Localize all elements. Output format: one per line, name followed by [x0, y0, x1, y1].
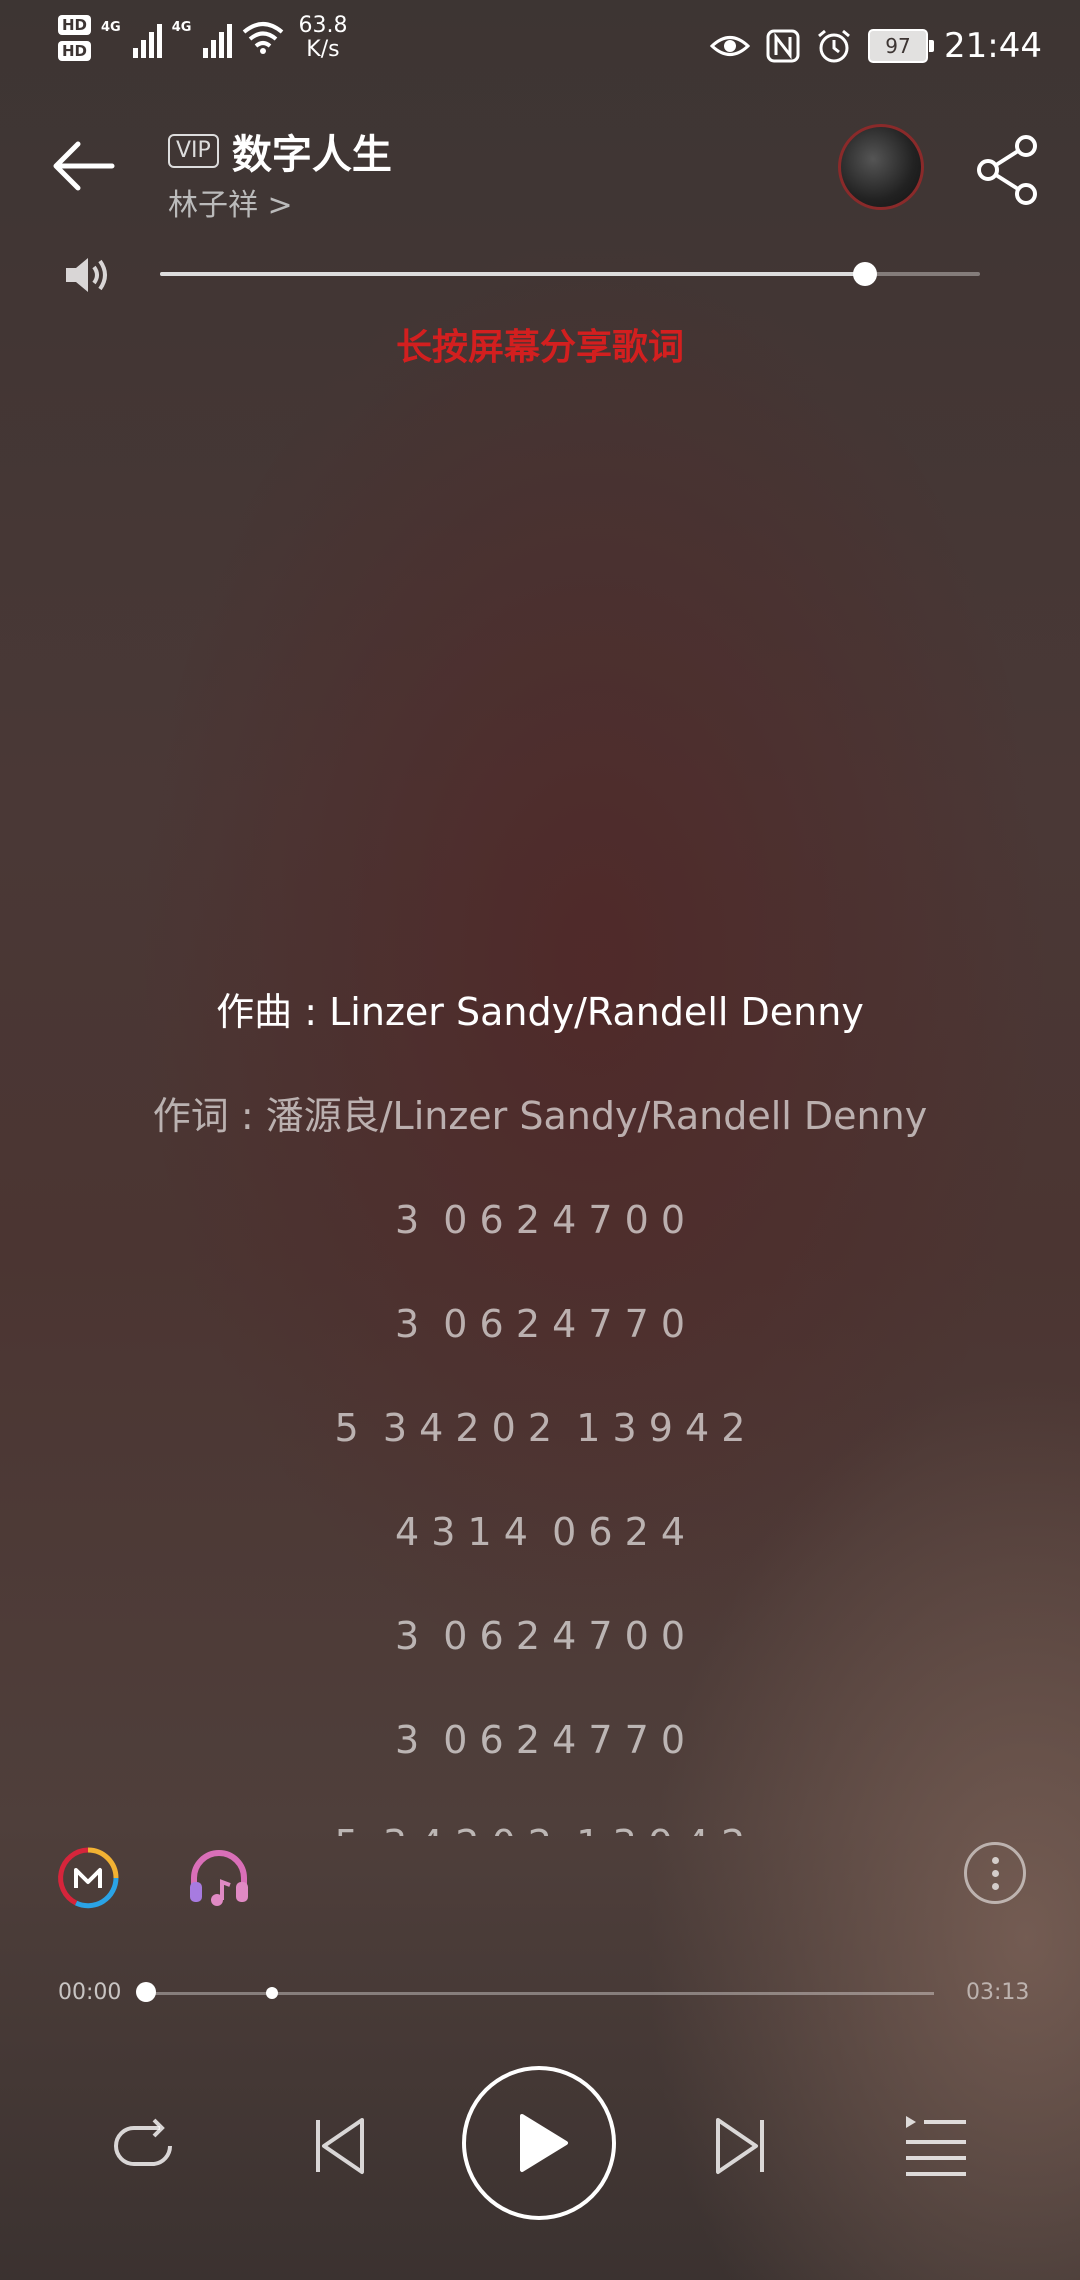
- network-type-1: 4G: [101, 20, 121, 35]
- signal-icon: [132, 18, 162, 58]
- lyric-line: 作曲 : Linzer Sandy/Randell Denny: [216, 990, 864, 1034]
- total-time: 03:13: [966, 1980, 1030, 2005]
- lyric-line: 5 3 4 2 0 2 1 3 9 4 2: [0, 1792, 1080, 1836]
- lyric-line: 3 0 6 2 4 7 0 0: [394, 1614, 686, 1658]
- speed-value: 63.8: [298, 13, 348, 38]
- progress-knob[interactable]: [136, 1982, 156, 2002]
- clock: 21:44: [944, 26, 1042, 66]
- lyric-line: 3 0 6 2 4 7 7 0: [394, 1302, 686, 1346]
- speaker-icon[interactable]: [60, 250, 110, 300]
- progress-marker: [266, 1987, 278, 1999]
- song-title-row: VIP 数字人生: [168, 122, 392, 180]
- hd-indicators: HD HD: [58, 15, 92, 61]
- nfc-icon: [766, 29, 800, 63]
- album-cover-avatar[interactable]: [838, 124, 924, 210]
- eye-comfort-icon: [710, 36, 751, 56]
- status-bar: HD HD 4G 4G 63.8 K/s 97 21:44: [0, 0, 1080, 96]
- hd-badge-2: HD: [58, 41, 92, 61]
- speed-unit: K/s: [306, 37, 340, 62]
- artist-link[interactable]: 林子祥 >: [168, 180, 293, 224]
- lyrics-panel[interactable]: 作曲 : Linzer Sandy/Randell Denny 作词 : 潘源良/…: [0, 960, 1080, 1836]
- current-time: 00:00: [58, 1980, 122, 2005]
- progress-bar[interactable]: [146, 1992, 934, 1995]
- network-speed: 63.8 K/s: [298, 14, 347, 62]
- lyric-line: 5 3 4 2 0 2 1 3 9 4 2: [334, 1406, 746, 1450]
- lyric-line: 作词 : 潘源良/Linzer Sandy/Randell Denny: [152, 1094, 928, 1138]
- alarm-icon: [818, 29, 850, 63]
- m-logo-icon[interactable]: [56, 1846, 120, 1910]
- share-lyrics-hint: 长按屏幕分享歌词: [395, 327, 684, 368]
- volume-fill: [160, 272, 866, 276]
- play-button[interactable]: [462, 2066, 616, 2220]
- status-left: HD HD 4G 4G 63.8 K/s: [58, 14, 347, 62]
- more-vertical-icon[interactable]: [964, 1842, 1026, 1904]
- playlist-icon[interactable]: [896, 2106, 976, 2186]
- back-arrow-icon[interactable]: [48, 130, 120, 202]
- share-icon[interactable]: [970, 130, 1050, 210]
- lyric-line: 3 0 6 2 4 7 0 0: [394, 1198, 686, 1242]
- wifi-icon: [243, 22, 284, 54]
- vip-badge: VIP: [168, 134, 219, 168]
- lyric-line: 4 3 1 4 0 6 2 4: [394, 1510, 686, 1554]
- skip-previous-icon[interactable]: [298, 2106, 378, 2186]
- play-icon: [520, 2114, 568, 2172]
- signal-icon: [203, 18, 233, 58]
- hd-badge-1: HD: [58, 15, 92, 35]
- network-type-2: 4G: [171, 20, 192, 35]
- volume-knob[interactable]: [853, 262, 878, 286]
- repeat-icon[interactable]: [104, 2106, 184, 2186]
- skip-next-icon[interactable]: [702, 2106, 782, 2186]
- lyric-line: 3 0 6 2 4 7 7 0: [394, 1718, 686, 1762]
- song-title: 数字人生: [231, 132, 392, 178]
- headphones-icon[interactable]: [184, 1844, 254, 1914]
- status-right: 97 21:44: [710, 26, 1042, 66]
- battery-icon: 97: [868, 29, 935, 63]
